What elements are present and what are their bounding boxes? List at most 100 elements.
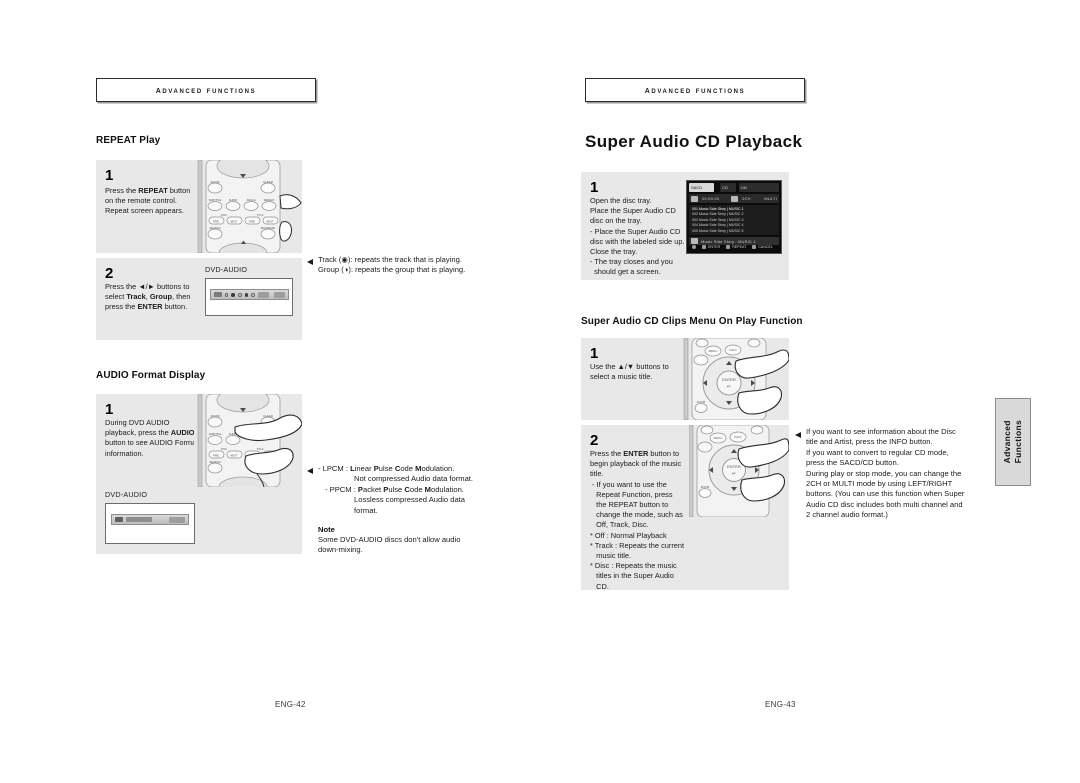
svg-text:MENU: MENU [709,349,718,353]
step-panel-repeat-2: 2 Press the ◄/► buttons to select Track, … [96,258,302,340]
osd-label-dvd-audio: DVD-AUDIO [205,265,248,274]
callout-arrow-icon-2 [307,468,313,474]
step-text: Press the ENTER button to begin playback … [590,449,685,591]
step-text: During DVD AUDIO playback, press the AUDI… [105,418,199,458]
svg-text:PRE: PRE [213,220,219,224]
sacd-tag-on: ON [738,183,779,192]
svg-text:NEXT: NEXT [230,454,238,458]
callout-arrow-icon-3 [795,432,801,438]
sacd-top-row: SACD CD ON [689,183,779,192]
remote-illustration-dpad-1: MENU INFO ENTER ↵ ZOOM [681,338,789,420]
svg-text:ENTER: ENTER [722,377,736,382]
sacd-nav-icon [692,245,696,249]
svg-text:ZOOM: ZOOM [701,485,710,489]
svg-text:NEXT: NEXT [266,220,274,224]
svg-text:SUBTITLE: SUBTITLE [209,432,222,436]
page-right: Advanced Functions Super Audio CD Playba… [540,0,1080,783]
callout-track-group: Track (◉): repeats the track that is pla… [318,255,466,275]
osd-ring-icon [224,292,229,297]
sacd-track-list: 001 Music Side Story | MUSIC 1 002 Music… [689,205,779,235]
svg-text:CLEAR: CLEAR [263,180,274,184]
svg-text:REPEAT: REPEAT [264,198,275,202]
svg-text:↵: ↵ [732,471,736,477]
svg-text:PRE: PRE [249,220,255,224]
sacd-tag-cd: CD [720,183,736,192]
svg-text:ZOOM: ZOOM [211,180,220,184]
sacd-channel-icon [731,195,739,202]
note-heading: Note [318,525,335,534]
running-header-right: Advanced Functions [585,78,805,102]
osd-chip [214,292,222,297]
callout-lpcm-ppcm: - LPCM : Linear Pulse Code Modulation. N… [318,464,474,515]
sacd-tag-sacd: SACD [689,183,715,192]
step-number: 2 [105,265,114,282]
step-panel-repeat-1: 1 Press the REPEAT button on the remote c… [96,160,302,253]
sacd-time: 00:00:20 [702,196,720,201]
step-text: Open the disc tray. Place the Super Audio… [590,196,685,277]
osd-dot-icon [244,292,248,297]
osd-screen-repeat [205,278,293,316]
osd-status-bar [210,289,289,300]
osd-chip-format-text [126,517,152,522]
sacd-button-hints: ENTER REPEAT CANCEL [689,243,779,251]
side-tab-line1: Advanced [1002,420,1012,464]
running-header-left-text: Advanced Functions [155,84,257,96]
svg-text:PRE: PRE [213,454,219,458]
step-panel-clips-2: 2 Press the ENTER button to begin playbac… [581,425,789,591]
sacd-mode: MULTI [764,196,777,201]
osd-dot-icon [231,292,235,297]
step-text: Use the ▲/▼ buttons to select a music tit… [590,362,669,382]
svg-text:MENU: MENU [714,436,723,440]
step-panel-audio-1: 1 During DVD AUDIO playback, press the AU… [96,394,302,554]
remote-illustration-audio: ZOOM CLEAR SUBTITLE AUDIO DISC TITLE PRE… [194,394,302,487]
osd-ring-icon [237,292,242,297]
svg-text:AUDIO: AUDIO [229,198,238,202]
osd-chip [115,517,123,522]
sacd-info-row: 00:00:20 2CH MULTI [689,194,779,203]
svg-text:TITLE: TITLE [256,213,263,217]
page-number-right: ENG-43 [765,700,796,709]
running-header-right-text: Advanced Functions [644,84,746,96]
step-number: 1 [105,401,114,418]
osd-chip-right [169,516,185,523]
side-tab-line2: Functions [1013,420,1023,464]
remote-illustration-dpad-2: MENU INFO ENTER ↵ ZOOM [689,425,789,517]
running-header-left: Advanced Functions [96,78,316,102]
svg-text:ANGLE: ANGLE [246,198,255,202]
page-left: Advanced Functions REPEAT Play 1 Press t… [0,0,540,783]
svg-text:↵: ↵ [727,384,731,390]
step-number: 1 [105,167,114,184]
svg-text:ZOOM: ZOOM [697,400,706,404]
step-number: 1 [590,179,599,196]
callout-arrow-icon [307,259,313,265]
section-title-repeat-play: REPEAT Play [96,135,161,146]
sacd-hint-enter: ENTER [702,245,720,249]
svg-text:SEARCH: SEARCH [209,460,220,464]
svg-text:CLEAR: CLEAR [263,414,274,418]
sacd-channel: 2CH [742,196,751,201]
page-title: Super Audio CD Playback [585,132,803,151]
step-number: 2 [590,432,599,449]
svg-text:NEXT: NEXT [230,220,238,224]
sacd-menu-screen: SACD CD ON 00:00:20 2CH MULTI 001 Music … [686,180,782,254]
svg-text:TITLE: TITLE [256,447,263,451]
svg-text:INFO: INFO [729,348,737,352]
step-text: Press the ◄/► buttons to select Track, Gr… [105,282,191,312]
sacd-hint-cancel: CANCEL [752,245,773,249]
osd-ring-icon [251,292,255,297]
section-title-audio-format: AUDIO Format Display [96,370,206,381]
step-number: 1 [590,345,599,362]
osd-audio-format-bar [111,514,189,525]
svg-text:BOOKMARK: BOOKMARK [261,227,276,230]
svg-text:DISC: DISC [221,213,227,217]
sacd-time-icon [691,195,698,202]
sacd-track-item[interactable]: 005 Music Side Story | MUSIC 5 [692,229,776,234]
svg-text:INFO: INFO [734,435,742,439]
step-panel-sacd-1: 1 Open the disc tray. Place the Super Aud… [581,172,789,280]
note-body: Some DVD-AUDIO discs don't allow audio do… [318,535,461,555]
svg-text:DISC: DISC [221,447,227,451]
side-index-tab-text: Advanced Functions [1002,420,1024,463]
step-panel-clips-1: 1 Use the ▲/▼ buttons to select a music t… [581,338,789,420]
svg-text:ZOOM: ZOOM [211,414,220,418]
svg-text:SUBTITLE: SUBTITLE [209,198,222,202]
